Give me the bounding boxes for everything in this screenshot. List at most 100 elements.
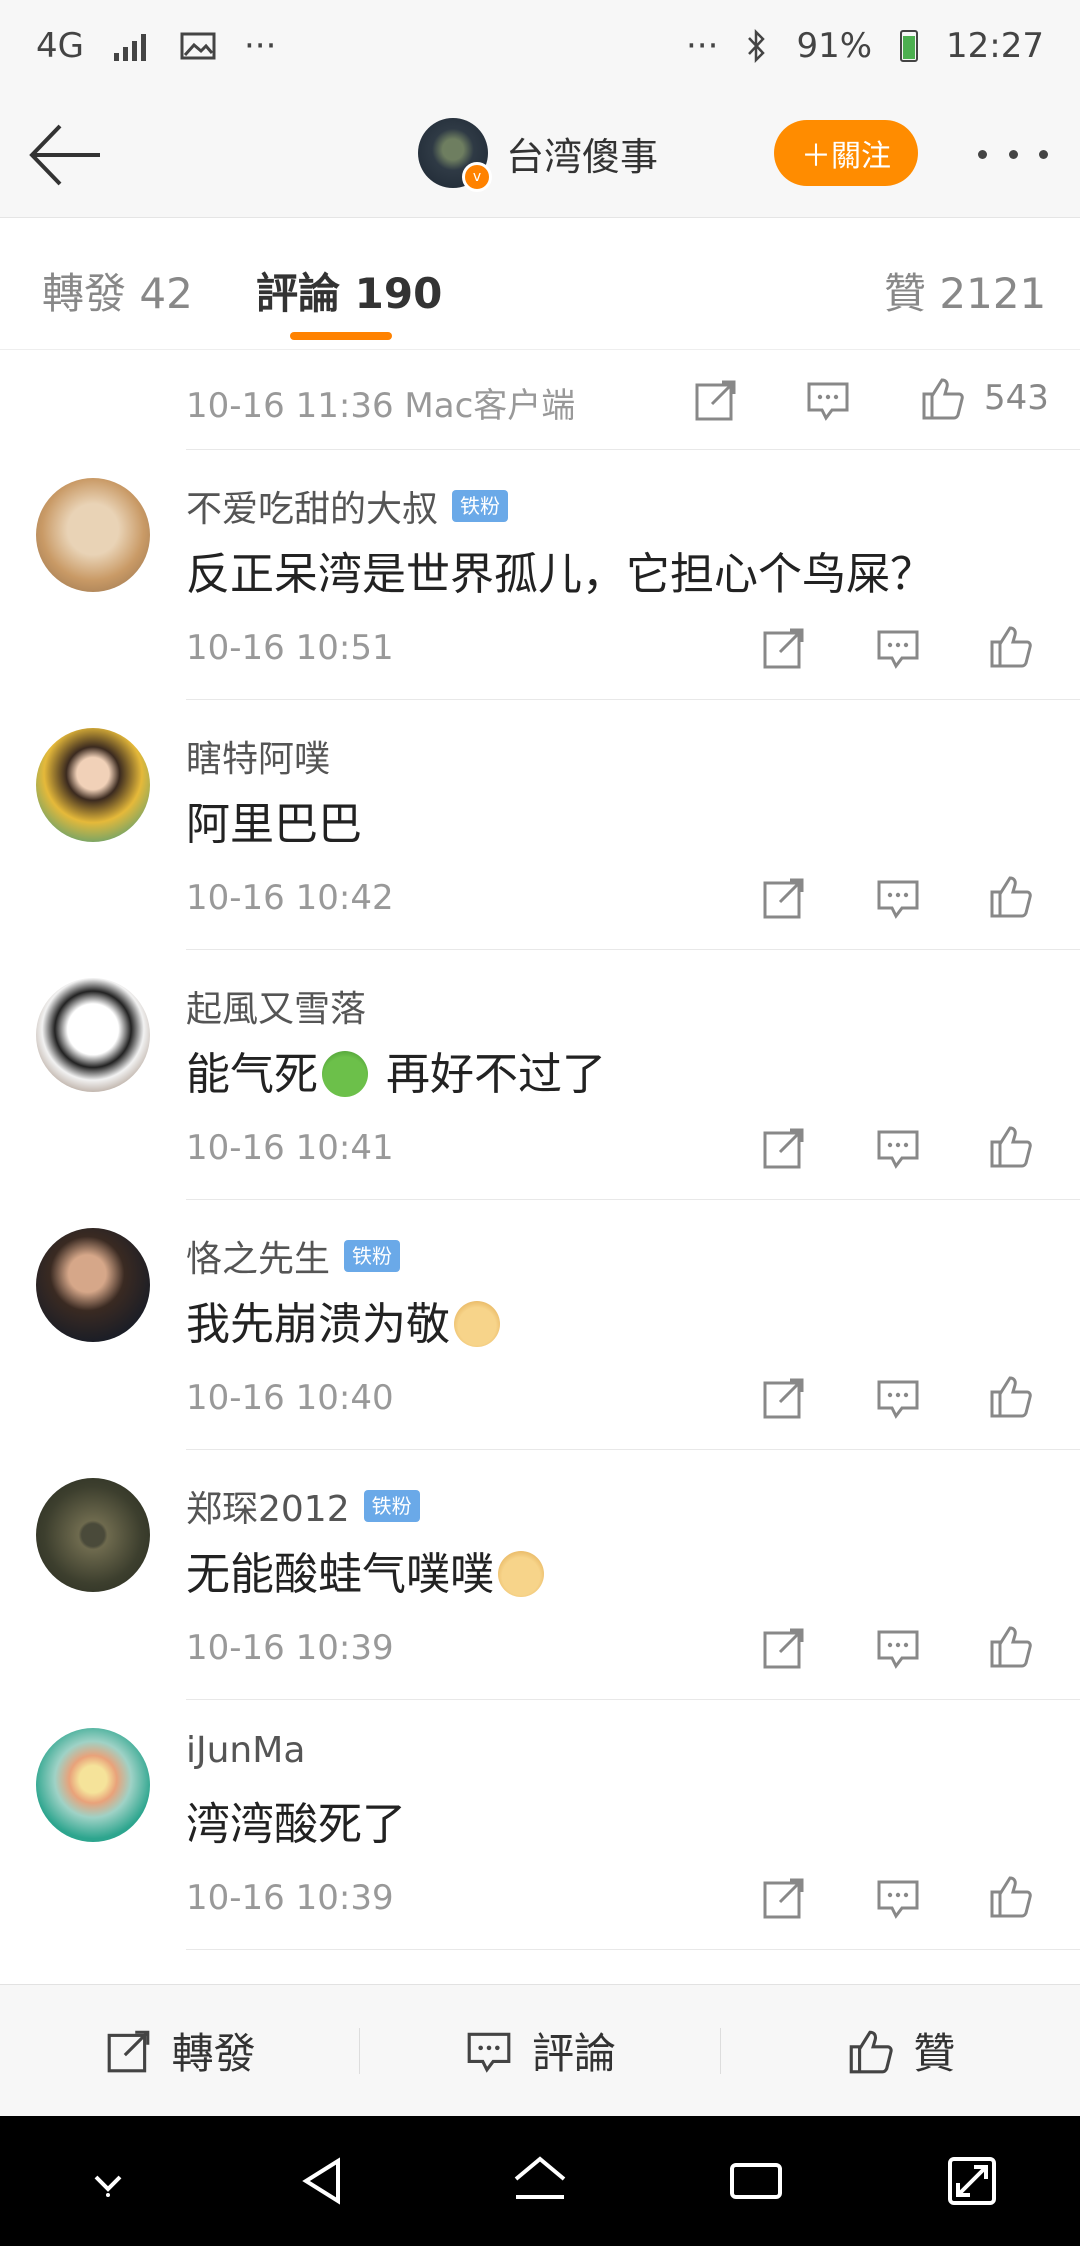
avatar[interactable] [36,728,150,842]
share-icon[interactable] [760,1624,808,1672]
account-header[interactable]: v 台湾傻事 [418,118,658,192]
like-icon[interactable] [986,1622,1034,1670]
comment-time: 10-16 10:39 [186,1878,394,1918]
comment-time: 10-16 10:41 [186,1128,394,1168]
share-icon[interactable] [760,1374,808,1422]
like-button[interactable]: 贊 [721,1985,1080,2116]
repost-button[interactable]: 轉發 [0,1985,359,2116]
account-name[interactable]: 台湾傻事 [506,126,658,181]
recent-apps-icon[interactable] [724,2149,788,2213]
fan-badge: 铁粉 [363,1490,420,1522]
network-label: 4G [36,26,84,66]
doge-emoji-icon [454,1301,500,1347]
post-meta-row: 10-16 11:36 Mac客户端 543 [186,350,1080,450]
like-icon[interactable] [986,872,1034,920]
username[interactable]: 恪之先生 [186,1230,330,1282]
clock: 12:27 [946,26,1044,66]
like-icon[interactable] [918,374,966,422]
comment-time: 10-16 10:51 [186,628,394,668]
like-icon[interactable] [986,1372,1034,1420]
comment-text: 阿里巴巴 [186,799,362,850]
repost-label: 轉發 [171,2029,256,2078]
username[interactable]: 瞎特阿噗 [186,730,330,782]
title-bar: v 台湾傻事 ＋關注 [0,92,1080,218]
avatar[interactable] [36,1728,150,1842]
username[interactable]: 郑琛2012 [186,1480,350,1532]
more-status: ··· [686,26,719,66]
avatar[interactable] [36,978,150,1092]
account-avatar[interactable]: v [418,118,492,192]
comment-icon[interactable] [874,874,922,922]
username[interactable]: iJunMa [186,1730,305,1771]
share-icon[interactable] [760,1124,808,1172]
share-icon[interactable] [760,624,808,672]
more-notifications: ··· [243,26,277,66]
comment-icon[interactable] [874,1124,922,1172]
post-time: 10-16 11:36 Mac客户端 [186,386,576,426]
image-icon [180,32,216,60]
comment-item: 恪之先生 铁粉 我先崩溃为敬 10-16 10:40 [0,1200,1080,1450]
username[interactable]: 起風又雪落 [186,980,366,1032]
fan-badge: 铁粉 [452,490,509,522]
like-icon[interactable] [986,1872,1034,1920]
avatar[interactable] [36,478,150,592]
tab-comments[interactable]: 評論 190 [256,260,442,321]
active-tab-indicator [290,332,392,340]
tab-reposts[interactable]: 轉發 42 [42,260,193,321]
like-icon[interactable] [986,622,1034,670]
system-navigation-bar [0,2116,1080,2246]
comment-text: 我先崩溃为敬 [186,1288,504,1352]
comment-text: 反正呆湾是世界孤儿，它担心个鸟屎？ [186,549,934,600]
bluetooth-icon [748,29,766,63]
bottom-action-bar: 轉發 評論 贊 [0,1984,1080,2116]
more-options-icon[interactable] [978,132,1048,176]
like-icon [850,2030,893,2073]
back-triangle-icon[interactable] [292,2149,356,2213]
like-icon[interactable] [986,1122,1034,1170]
verified-badge-icon: v [462,162,492,192]
avatar[interactable] [36,1228,150,1342]
comment-time: 10-16 10:39 [186,1628,394,1668]
comment-label: 評論 [531,2029,616,2078]
avatar[interactable] [36,1478,150,1592]
tab-bar: 轉發 42 評論 190 贊 2121 [0,218,1080,350]
comment-icon[interactable] [804,376,852,424]
comment-icon[interactable] [874,1874,922,1922]
post-like-count: 543 [984,378,1049,418]
like-label: 贊 [913,2029,956,2078]
fan-badge: 铁粉 [344,1240,401,1272]
comment-icon[interactable] [874,1624,922,1672]
share-icon [107,2030,149,2072]
comment-button[interactable]: 評論 [360,1985,719,2116]
battery-percent: 91% [796,26,873,66]
comment-item: 郑琛2012 铁粉 无能酸蛙气噗噗 10-16 10:39 [0,1450,1080,1700]
comment-item: 瞎特阿噗 阿里巴巴 10-16 10:42 [0,700,1080,950]
chevron-down-icon[interactable] [76,2149,140,2213]
tab-likes[interactable]: 贊 2121 [884,260,1046,321]
share-icon[interactable] [692,376,740,424]
comment-icon[interactable] [874,1374,922,1422]
comment-time: 10-16 10:40 [186,1378,394,1418]
share-icon[interactable] [760,1874,808,1922]
comment-item: 不爱吃甜的大叔 铁粉 反正呆湾是世界孤儿，它担心个鸟屎？ 10-16 10:51 [0,450,1080,700]
comment-icon[interactable] [874,624,922,672]
signal-icon [113,34,146,61]
comment-item: 起風又雪落 能气死 再好不过了 10-16 10:41 [0,950,1080,1200]
comment-time: 10-16 10:42 [186,878,394,918]
comment-icon [467,2032,511,2073]
comment-text: 无能酸蛙气噗噗 [186,1538,548,1602]
expand-icon[interactable] [940,2149,1004,2213]
frog-emoji-icon [322,1051,368,1097]
comment-text: 能气死 再好不过了 [186,1049,606,1100]
doge-emoji-icon [498,1551,544,1597]
status-bar: 4G ··· ··· 91% 12:27 [0,0,1080,92]
comment-item: iJunMa 湾湾酸死了 10-16 10:39 [0,1700,1080,1950]
follow-button[interactable]: ＋關注 [774,120,918,186]
username[interactable]: 不爱吃甜的大叔 [186,480,438,532]
back-arrow-icon[interactable] [28,120,104,190]
battery-icon [900,30,919,62]
home-icon[interactable] [508,2149,572,2213]
comment-text: 湾湾酸死了 [186,1799,406,1850]
divider [186,1949,1080,1950]
share-icon[interactable] [760,874,808,922]
